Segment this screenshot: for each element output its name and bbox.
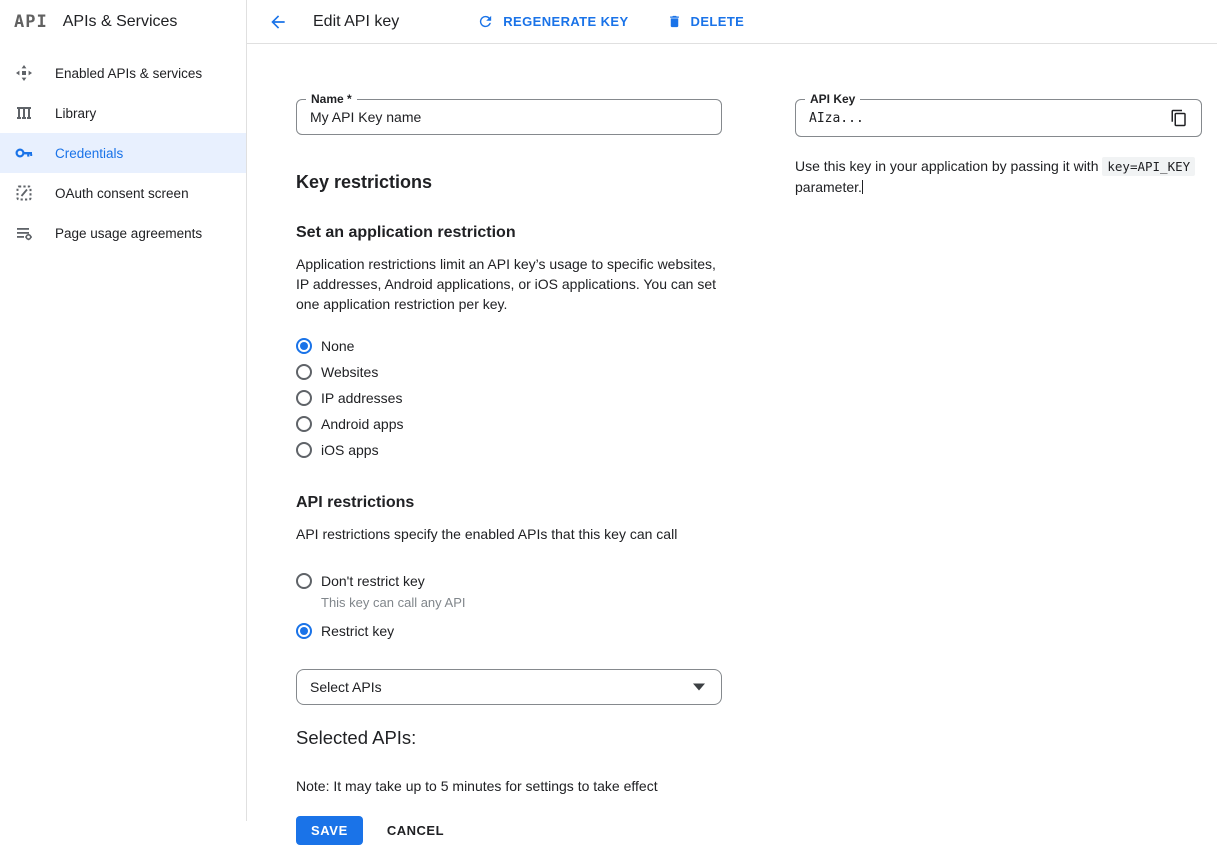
name-field-value[interactable]: My API Key name (297, 109, 421, 125)
name-field[interactable]: Name * My API Key name (296, 99, 722, 135)
radio-label: Restrict key (321, 623, 394, 639)
settings-note: Note: It may take up to 5 minutes for se… (296, 778, 722, 794)
copy-icon[interactable] (1169, 108, 1189, 128)
sidebar-item-label: OAuth consent screen (55, 186, 189, 201)
sidebar-item-credentials[interactable]: Credentials (0, 133, 246, 173)
api-restrictions-description: API restrictions specify the enabled API… (296, 524, 722, 544)
radio-button-icon (296, 573, 312, 589)
regenerate-key-button[interactable]: REGENERATE KEY (469, 7, 636, 36)
app-restriction-description: Application restrictions limit an API ke… (296, 254, 722, 314)
api-key-field-label: API Key (805, 92, 860, 106)
api-restrictions-title: API restrictions (296, 494, 722, 512)
radio-button-icon (296, 390, 312, 406)
content: Name * My API Key name Key restrictions … (247, 44, 1217, 821)
radio-button-icon (296, 338, 312, 354)
sidebar-item-label: Page usage agreements (55, 226, 202, 241)
key-restrictions-title: Key restrictions (296, 172, 722, 193)
back-arrow-icon (268, 12, 288, 32)
selected-apis-title: Selected APIs: (296, 727, 722, 749)
radio-button-icon (296, 364, 312, 380)
delete-icon (667, 13, 682, 30)
back-button[interactable] (266, 10, 290, 34)
refresh-icon (477, 13, 494, 30)
radio-restrict-key[interactable]: Restrict key (296, 618, 722, 644)
help-text-after: parameter. (795, 179, 862, 195)
oauth-icon (14, 183, 34, 203)
dont-restrict-sublabel: This key can call any API (321, 594, 722, 612)
sidebar-nav: Enabled APIs & services (0, 44, 246, 253)
help-text-before: Use this key in your application by pass… (795, 158, 1098, 174)
form-actions: SAVE CANCEL (296, 816, 722, 845)
topbar-actions: REGENERATE KEY DELETE (469, 7, 752, 36)
radio-websites[interactable]: Websites (296, 359, 722, 385)
page-title: Edit API key (313, 13, 399, 31)
topbar: Edit API key REGENERATE KEY DELETE (247, 0, 1217, 44)
radio-ios-apps[interactable]: iOS apps (296, 437, 722, 463)
api-key-value: AIza... (796, 111, 864, 126)
regenerate-key-label: REGENERATE KEY (503, 14, 628, 29)
radio-button-icon (296, 623, 312, 639)
text-cursor (862, 180, 863, 194)
sidebar-item-page-usage[interactable]: Page usage agreements (0, 213, 246, 253)
api-key-help-text: Use this key in your application by pass… (795, 156, 1202, 197)
radio-button-icon (296, 416, 312, 432)
sidebar-item-enabled-apis[interactable]: Enabled APIs & services (0, 53, 246, 93)
radio-none[interactable]: None (296, 333, 722, 359)
api-product-logo: API (14, 12, 48, 32)
radio-label: Don't restrict key (321, 573, 425, 589)
enabled-apis-icon (14, 63, 34, 83)
radio-label: Websites (321, 364, 378, 380)
radio-label: IP addresses (321, 390, 402, 406)
app-restriction-radio-group: None Websites IP addresses Android apps … (296, 333, 722, 463)
sidebar-item-label: Library (55, 106, 96, 121)
edit-api-key-page: API APIs & Services Enabled (0, 0, 1217, 821)
radio-label: None (321, 338, 354, 354)
radio-label: Android apps (321, 416, 404, 432)
sidebar-item-library[interactable]: Library (0, 93, 246, 133)
app-restriction-title: Set an application restriction (296, 224, 722, 242)
select-apis-value: Select APIs (297, 679, 382, 695)
chevron-down-icon (693, 684, 705, 691)
name-field-label: Name * (306, 92, 357, 106)
radio-android-apps[interactable]: Android apps (296, 411, 722, 437)
agreements-icon (14, 223, 34, 243)
select-apis-dropdown[interactable]: Select APIs (296, 669, 722, 705)
product-name: APIs & Services (63, 13, 178, 31)
sidebar-item-label: Enabled APIs & services (55, 66, 202, 81)
sidebar: API APIs & Services Enabled (0, 0, 247, 821)
sidebar-item-label: Credentials (55, 146, 123, 161)
delete-button[interactable]: DELETE (659, 7, 753, 36)
api-restriction-radio-group: Don't restrict key This key can call any… (296, 568, 722, 644)
radio-ip-addresses[interactable]: IP addresses (296, 385, 722, 411)
api-key-code-chip: key=API_KEY (1102, 157, 1195, 176)
api-key-field: API Key AIza... (795, 99, 1202, 137)
form-column: Name * My API Key name Key restrictions … (296, 44, 722, 845)
key-icon (14, 143, 34, 163)
sidebar-header: API APIs & Services (0, 0, 246, 44)
cancel-button[interactable]: CANCEL (387, 823, 444, 838)
save-button[interactable]: SAVE (296, 816, 363, 845)
sidebar-item-oauth-consent[interactable]: OAuth consent screen (0, 173, 246, 213)
delete-label: DELETE (691, 14, 745, 29)
radio-dont-restrict-key[interactable]: Don't restrict key (296, 568, 722, 594)
library-icon (14, 103, 34, 123)
radio-button-icon (296, 442, 312, 458)
api-key-column: API Key AIza... Use this key in your app… (795, 44, 1202, 197)
radio-label: iOS apps (321, 442, 379, 458)
